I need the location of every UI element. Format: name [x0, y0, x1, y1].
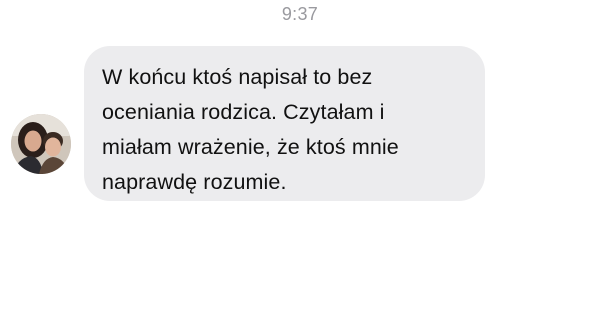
contact-photo-icon: [11, 114, 71, 174]
message-bubble[interactable]: W końcu ktoś napisał to bez oceniania ro…: [84, 46, 485, 201]
avatar[interactable]: [11, 114, 71, 174]
message-row: W końcu ktoś napisał to bez oceniania ro…: [0, 0, 600, 334]
message-text: W końcu ktoś napisał to bez oceniania ro…: [102, 65, 399, 194]
